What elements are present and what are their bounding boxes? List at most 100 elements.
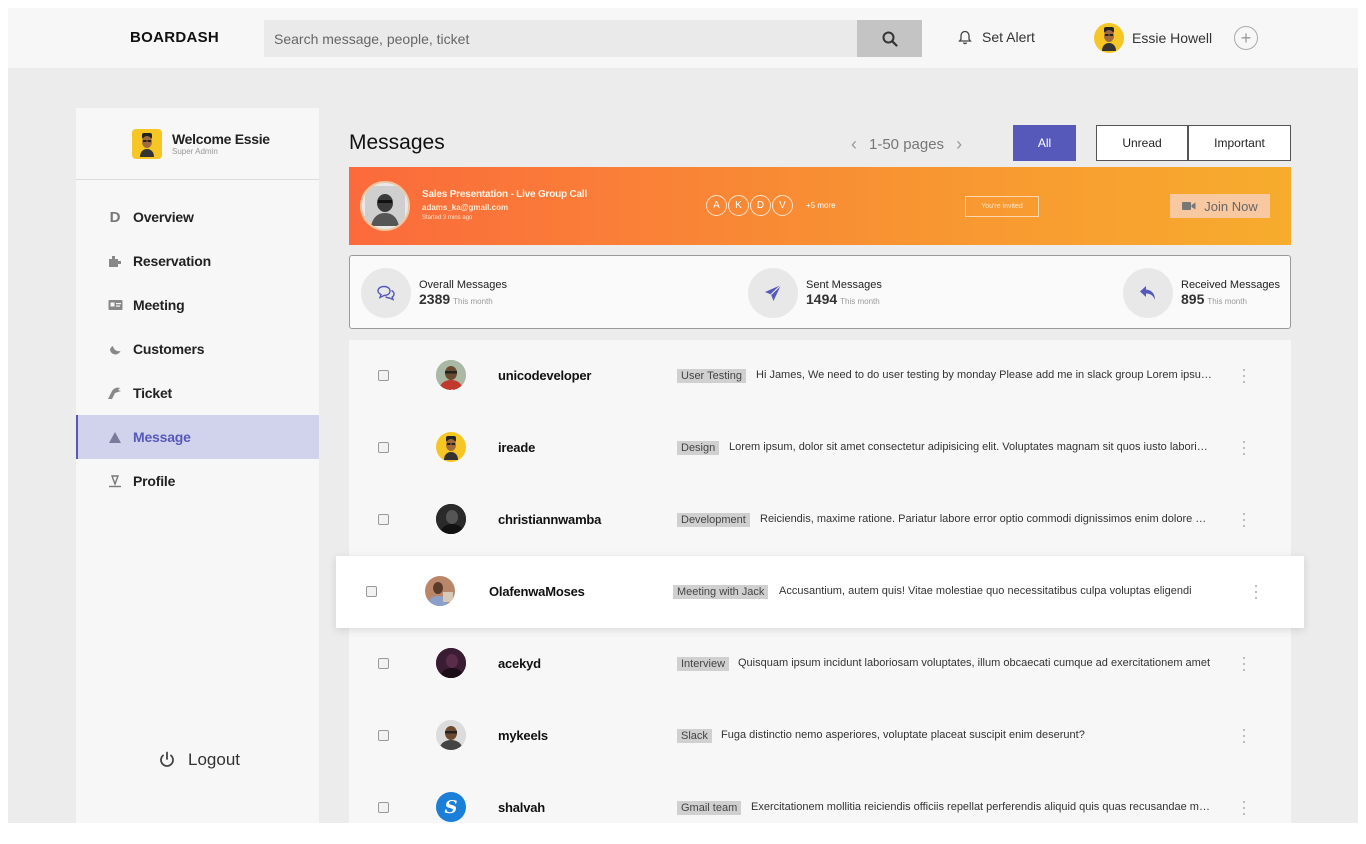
table-row[interactable]: mykeels Slack Fuga distinctio nemo asper…: [349, 700, 1291, 772]
avatar: [436, 720, 466, 750]
avatar: [436, 648, 466, 678]
call-email: adams_ka@gmail.com: [422, 203, 509, 212]
top-bar: BOARDASH Set Alert Essie Howell +: [8, 8, 1358, 68]
sidebar-item-label: Profile: [133, 473, 176, 489]
tab-important[interactable]: Important: [1188, 125, 1291, 161]
join-now-button[interactable]: Join Now: [1170, 194, 1270, 218]
more-options-icon[interactable]: [1254, 585, 1258, 599]
chevron-right-icon[interactable]: ›: [956, 134, 962, 155]
brand-logo[interactable]: BOARDASH: [130, 29, 219, 46]
stat-sub: This month: [840, 297, 880, 306]
invited-badge: You're invited: [965, 196, 1039, 217]
sender-name: ireade: [498, 440, 536, 455]
avatar: [425, 576, 455, 606]
moon-icon: [105, 342, 125, 356]
more-options-icon[interactable]: [1242, 801, 1246, 815]
row-checkbox[interactable]: [366, 586, 377, 597]
row-checkbox[interactable]: [378, 802, 389, 813]
avatar: [436, 504, 466, 534]
search-icon: [882, 31, 898, 47]
more-participants: +5 more: [806, 201, 836, 210]
sidebar-item-profile[interactable]: Profile: [76, 459, 319, 503]
call-time: Started 3 mins ago: [422, 215, 473, 221]
video-camera-icon: [1182, 202, 1196, 210]
welcome-title: Welcome Essie: [172, 131, 270, 147]
message-tag: User Testing: [677, 369, 746, 383]
message-preview: Fuga distinctio nemo asperiores, volupta…: [721, 729, 1085, 741]
table-row[interactable]: ireade Design Lorem ipsum, dolor sit ame…: [349, 412, 1291, 484]
stat-sub: This month: [453, 297, 493, 306]
message-preview: Accusantium, autem quis! Vitae molestiae…: [779, 585, 1192, 597]
message-preview: Lorem ipsum, dolor sit amet consectetur …: [729, 441, 1212, 453]
search-input[interactable]: [264, 20, 857, 57]
more-options-icon[interactable]: [1242, 513, 1246, 527]
set-alert-button[interactable]: Set Alert: [958, 29, 1035, 45]
more-options-icon[interactable]: [1242, 729, 1246, 743]
table-row[interactable]: OlafenwaMoses Meeting with Jack Accusant…: [336, 556, 1304, 628]
table-row[interactable]: acekyd Interview Quisquam ipsum incidunt…: [349, 628, 1291, 700]
stat-value: 895: [1181, 291, 1205, 307]
reply-icon: [1123, 268, 1173, 318]
ticket-icon: [105, 386, 125, 400]
message-tag: Interview: [677, 657, 730, 671]
welcome-role: Super Admin: [172, 147, 218, 156]
participants: A K D V +5 more: [706, 195, 836, 216]
send-icon: [748, 268, 798, 318]
more-options-icon[interactable]: [1242, 657, 1246, 671]
plus-icon: +: [1240, 28, 1252, 48]
message-tag: Development: [677, 513, 750, 527]
app-frame: BOARDASH Set Alert Essie Howell + Welcom…: [8, 8, 1358, 823]
row-checkbox[interactable]: [378, 730, 389, 741]
sidebar-item-label: Reservation: [133, 253, 211, 269]
set-alert-label: Set Alert: [982, 29, 1035, 45]
chevron-left-icon[interactable]: ‹: [851, 134, 857, 155]
sidebar-item-message[interactable]: Message: [76, 415, 319, 459]
message-tag: Design: [677, 441, 720, 455]
bell-icon: [958, 30, 972, 44]
join-now-label: Join Now: [1204, 198, 1258, 214]
profile-icon: [105, 474, 125, 488]
sidebar-item-label: Ticket: [133, 385, 173, 401]
message-preview: Quisquam ipsum incidunt laboriosam volup…: [738, 657, 1211, 669]
pager-label: 1-50 pages: [869, 136, 945, 153]
row-checkbox[interactable]: [378, 658, 389, 669]
stat-label: Overall Messages: [419, 279, 508, 291]
sidebar-item-overview[interactable]: D Overview: [76, 195, 319, 239]
sender-name: acekyd: [498, 656, 541, 671]
more-options-icon[interactable]: [1242, 441, 1246, 455]
table-row[interactable]: S shalvah Gmail team Exercitationem moll…: [349, 772, 1291, 823]
tab-all[interactable]: All: [1013, 125, 1076, 161]
more-options-icon[interactable]: [1242, 369, 1246, 383]
row-checkbox[interactable]: [378, 514, 389, 525]
page-title: Messages: [349, 131, 445, 154]
triangle-icon: [105, 431, 125, 444]
sidebar-item-meeting[interactable]: Meeting: [76, 283, 319, 327]
logout-button[interactable]: Logout: [158, 750, 240, 770]
stat-label: Sent Messages: [806, 279, 882, 291]
tab-unread[interactable]: Unread: [1096, 125, 1188, 161]
sidebar-item-reservation[interactable]: Reservation: [76, 239, 319, 283]
row-checkbox[interactable]: [378, 442, 389, 453]
sidebar-item-label: Meeting: [133, 297, 185, 313]
message-tag: Slack: [677, 729, 712, 743]
stat-received-messages: Received Messages 895 This month: [1123, 268, 1280, 318]
sidebar-item-ticket[interactable]: Ticket: [76, 371, 319, 415]
sidebar-item-label: Message: [133, 429, 191, 445]
sidebar-item-customers[interactable]: Customers: [76, 327, 319, 371]
search-button[interactable]: [857, 20, 922, 57]
table-row[interactable]: christiannwamba Development Reiciendis, …: [349, 484, 1291, 556]
avatar: [436, 432, 466, 462]
message-preview: Reiciendis, maxime ratione. Pariatur lab…: [760, 513, 1212, 525]
search-bar: [264, 20, 922, 57]
message-preview: Hi James, We need to do user testing by …: [756, 369, 1212, 381]
message-tag: Meeting with Jack: [673, 585, 769, 599]
participant-avatar: K: [728, 195, 749, 216]
row-checkbox[interactable]: [378, 370, 389, 381]
pagination: ‹ 1-50 pages ›: [851, 134, 962, 155]
user-menu[interactable]: Essie Howell: [1094, 23, 1212, 53]
power-icon: [160, 751, 174, 767]
table-row[interactable]: unicodeveloper User Testing Hi James, We…: [349, 340, 1291, 412]
add-button[interactable]: +: [1234, 26, 1258, 50]
puzzle-icon: [105, 254, 125, 268]
sender-name: mykeels: [498, 728, 548, 743]
